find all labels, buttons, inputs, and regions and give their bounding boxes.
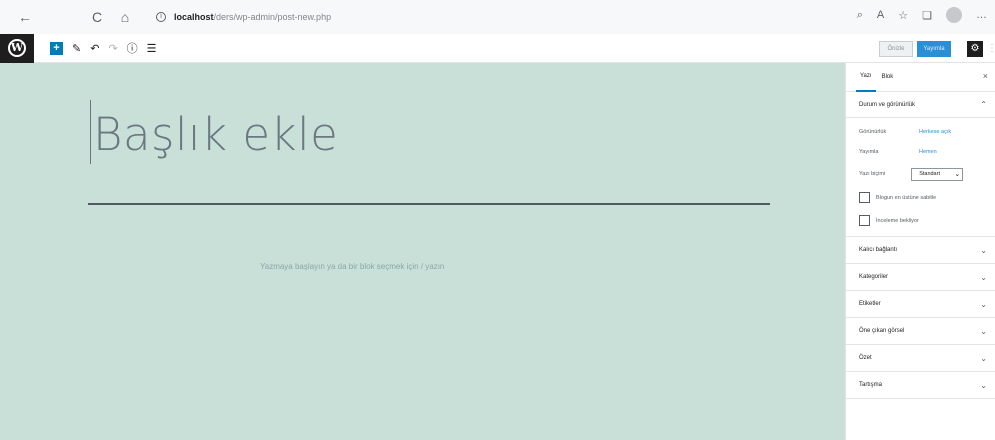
section-tags[interactable]: Etiketler ⌄ xyxy=(846,291,995,318)
chevron-down-icon: ⌄ xyxy=(980,380,987,390)
section-featured-image[interactable]: Öne çıkan görsel ⌄ xyxy=(846,318,995,345)
post-format-value: Standart xyxy=(919,171,940,177)
avatar[interactable] xyxy=(946,7,962,23)
chevron-down-icon: ⌄ xyxy=(980,299,987,309)
info-icon[interactable]: i xyxy=(156,12,166,22)
publish-button[interactable]: Yayımla xyxy=(917,40,951,57)
section-excerpt[interactable]: Özet ⌄ xyxy=(846,345,995,372)
sticky-label: Blogun en üstüne sabitle xyxy=(876,194,937,201)
post-format-select[interactable]: Standart ⌄ xyxy=(911,167,964,181)
back-icon[interactable]: ← xyxy=(14,9,36,25)
visibility-label: Görünürlük xyxy=(859,129,887,135)
gear-icon: ⚙ xyxy=(970,43,980,54)
url-host: localhost xyxy=(174,12,214,22)
status-panel: Görünürlük Herkese açık Yayımla Hemen Ya… xyxy=(846,118,995,237)
browser-actions: ⌕ A ☆ ❏ … xyxy=(857,7,987,23)
text-cursor xyxy=(90,100,91,164)
sticky-checkbox[interactable] xyxy=(859,192,870,203)
section-label: Öne çıkan görsel xyxy=(859,328,905,334)
zoom-icon[interactable]: ⌕ xyxy=(857,9,863,22)
settings-button[interactable]: ⚙ xyxy=(967,40,983,57)
tab-post[interactable]: Yazı xyxy=(856,63,876,92)
wordpress-icon: W xyxy=(8,39,26,57)
section-permalink[interactable]: Kalıcı bağlantı ⌄ xyxy=(846,237,995,264)
publish-date-link[interactable]: Hemen xyxy=(919,149,937,155)
title-separator xyxy=(88,203,770,205)
status-panel-header[interactable]: Durum ve görünürlük ⌃ xyxy=(846,92,995,118)
chevron-down-icon: ⌄ xyxy=(980,272,987,282)
page: ← C ⌂ i localhost /ders/wp-admin/post-ne… xyxy=(0,0,995,440)
section-discussion[interactable]: Tartışma ⌄ xyxy=(846,372,995,399)
chevron-down-icon: ⌄ xyxy=(980,353,987,363)
preview-button[interactable]: Önizle xyxy=(879,40,913,57)
chevron-down-icon: ⌄ xyxy=(954,170,961,178)
publish-label: Yayımla xyxy=(859,149,879,155)
block-placeholder[interactable]: Yazmaya başlayın ya da bir blok seçmek i… xyxy=(260,262,444,271)
publish-row: Yayımla Hemen xyxy=(859,142,982,162)
browser-toolbar: ← C ⌂ i localhost /ders/wp-admin/post-ne… xyxy=(0,0,995,34)
section-categories[interactable]: Kategoriler ⌄ xyxy=(846,264,995,291)
read-aloud-icon[interactable]: A xyxy=(877,9,884,21)
undo-icon[interactable]: ↶ xyxy=(90,42,99,55)
section-label: Tartışma xyxy=(859,382,883,388)
editor-toolbar: W + ✎ ↶ ↷ ⓘ ☰ Önizle Yayımla ⚙ ⋮ xyxy=(0,33,995,63)
format-row: Yazı biçimi Standart ⌄ xyxy=(859,162,982,186)
format-label: Yazı biçimi xyxy=(859,171,886,177)
chevron-down-icon: ⌄ xyxy=(980,245,987,255)
section-label: Kategoriler xyxy=(859,274,889,280)
status-panel-title: Durum ve görünürlük xyxy=(859,101,916,108)
visibility-row: Görünürlük Herkese açık xyxy=(859,122,982,142)
home-icon[interactable]: ⌂ xyxy=(114,9,136,25)
sidebar-tabs: Yazı Blok × xyxy=(846,63,995,92)
favorite-icon[interactable]: ☆ xyxy=(898,9,908,22)
settings-sidebar: Yazı Blok × Durum ve görünürlük ⌃ Görünü… xyxy=(845,63,995,440)
tab-block[interactable]: Blok xyxy=(876,63,900,92)
close-icon[interactable]: × xyxy=(983,71,988,81)
chevron-down-icon: ⌄ xyxy=(980,326,987,336)
more-options-icon[interactable]: ⋮ xyxy=(987,43,995,54)
reload-icon[interactable]: C xyxy=(86,9,108,25)
collections-icon[interactable]: ❏ xyxy=(922,9,932,22)
address-bar[interactable]: i localhost /ders/wp-admin/post-new.php xyxy=(156,8,796,26)
section-label: Özet xyxy=(859,355,872,361)
chevron-up-icon: ⌃ xyxy=(980,100,987,109)
outline-icon[interactable]: ☰ xyxy=(147,42,157,55)
section-label: Etiketler xyxy=(859,301,881,307)
redo-icon[interactable]: ↷ xyxy=(108,42,117,55)
section-label: Kalıcı bağlantı xyxy=(859,247,898,253)
add-block-button[interactable]: + xyxy=(50,41,63,55)
sticky-row: Blogun en üstüne sabitle xyxy=(859,186,982,209)
wordpress-logo[interactable]: W xyxy=(0,33,34,63)
visibility-link[interactable]: Herkese açık xyxy=(919,129,951,135)
post-title-input[interactable]: Başlık ekle xyxy=(93,108,338,161)
editor-canvas[interactable]: Başlık ekle Yazmaya başlayın ya da bir b… xyxy=(0,63,845,440)
more-icon[interactable]: … xyxy=(976,9,987,21)
edit-icon[interactable]: ✎ xyxy=(72,42,81,55)
pending-row: İnceleme bekliyor xyxy=(859,209,982,232)
info-icon[interactable]: ⓘ xyxy=(127,40,138,56)
pending-checkbox[interactable] xyxy=(859,215,870,226)
pending-label: İnceleme bekliyor xyxy=(876,217,919,224)
url-path: /ders/wp-admin/post-new.php xyxy=(213,12,332,22)
toolbar-actions: Önizle Yayımla ⚙ ⋮ xyxy=(879,34,995,63)
